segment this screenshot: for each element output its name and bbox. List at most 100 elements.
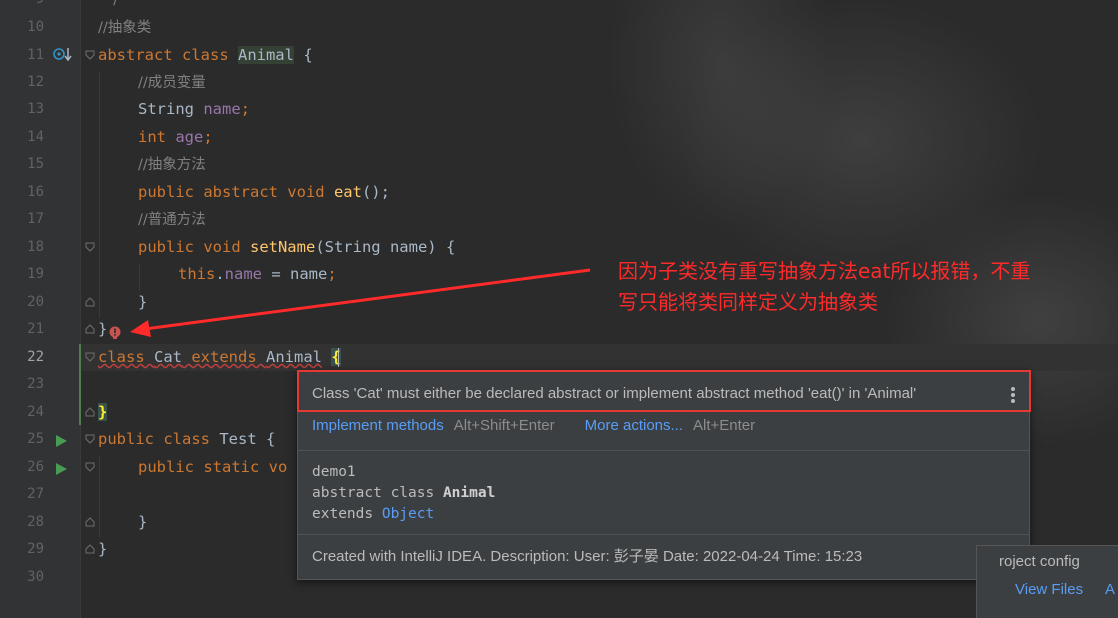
text-caret [338, 348, 339, 367]
fold-marker-icon[interactable] [85, 324, 95, 334]
line-number: 26 [27, 459, 44, 475]
implement-methods-link[interactable]: Implement methods [312, 417, 444, 434]
keyword: int [138, 128, 176, 146]
shortcut-hint: Alt+Shift+Enter [453, 417, 555, 434]
code-line: } [98, 536, 107, 563]
doc-decl-keyword: abstract class [312, 485, 443, 501]
run-main-icon[interactable] [54, 461, 68, 475]
line-number: 25 [27, 431, 44, 447]
keyword: public class [98, 430, 220, 448]
error-highlight-box [297, 370, 1031, 412]
notification-action-link[interactable]: A [1105, 581, 1115, 598]
code-line-error: class Cat extends Animal { [98, 344, 341, 371]
code-line: //抽象类 [98, 14, 151, 41]
indent-guide [99, 72, 100, 318]
code-line: } [138, 509, 147, 536]
more-actions-link[interactable]: More actions... [585, 417, 683, 434]
view-files-link[interactable]: View Files [1015, 581, 1083, 598]
run-class-icon[interactable] [54, 433, 68, 447]
object-link[interactable]: Object [382, 506, 434, 522]
matched-brace: } [98, 403, 108, 421]
semicolon: ; [203, 128, 213, 146]
gutter-divider [80, 0, 81, 618]
doc-extends: extends [312, 506, 382, 522]
line-number: 22 [27, 349, 44, 365]
code-line: String name; [138, 96, 250, 123]
fold-marker-icon[interactable] [85, 544, 95, 554]
code-line: public class Test { [98, 426, 275, 453]
line-number: 21 [27, 321, 44, 337]
field-name: name [203, 100, 241, 118]
indent-guide [139, 264, 140, 291]
field-name: age [175, 128, 204, 146]
line-number: 9 [0, 0, 44, 13]
code-text: } [138, 513, 148, 531]
indent-guide [99, 455, 100, 537]
doc-class-name: Animal [442, 485, 496, 501]
semicolon: ; [327, 265, 337, 283]
code-line: } [98, 316, 107, 343]
field-name: name [224, 265, 262, 283]
code-line: public static vo [138, 454, 287, 481]
notification-text: roject config [999, 553, 1080, 570]
code-line: } [138, 289, 147, 316]
keyword: extends [182, 348, 266, 366]
code-line: abstract class Animal { [98, 42, 313, 69]
fold-marker-icon[interactable] [85, 242, 95, 252]
code-text: { [293, 46, 313, 64]
comment: */ [106, 0, 119, 8]
line-number: 13 [27, 101, 44, 117]
class-name-animal: Animal [237, 46, 294, 64]
code-text: . [215, 265, 225, 283]
code-line: public void setName(String name) { [138, 234, 455, 261]
class-name-cat: Cat [154, 348, 182, 366]
fold-marker-icon[interactable] [85, 434, 95, 444]
comment: //普通方法 [138, 212, 206, 228]
code-line: } [98, 399, 108, 426]
keyword: abstract class [98, 46, 238, 64]
line-number: 20 [27, 294, 44, 310]
fold-marker-icon[interactable] [85, 50, 95, 60]
annotation-line: 写只能将类同样定义为抽象类 [618, 290, 878, 314]
shortcut-hint: Alt+Enter [693, 417, 756, 434]
type-name: String [138, 100, 204, 118]
parent-class-name: Animal [266, 348, 322, 366]
divider [298, 450, 1029, 451]
code-text: (); [361, 183, 390, 201]
line-number: 14 [27, 129, 44, 145]
code-line: //普通方法 [138, 206, 206, 233]
line-number: 10 [27, 19, 44, 35]
code-line: //抽象方法 [138, 151, 206, 178]
fold-marker-icon[interactable] [85, 297, 95, 307]
fold-marker-icon[interactable] [85, 352, 95, 362]
line-number: 29 [27, 541, 44, 557]
notification-balloon[interactable]: roject config View Files A [976, 545, 1118, 618]
line-number: 18 [27, 239, 44, 255]
code-line: //成员变量 [138, 69, 206, 96]
code-line: this.name = name; [178, 261, 337, 288]
line-number: 30 [27, 569, 44, 585]
class-name: Test { [219, 430, 276, 448]
change-marker [79, 344, 81, 425]
code-text: } [98, 320, 108, 338]
keyword: public void [138, 238, 250, 256]
semicolon: ; [240, 100, 250, 118]
fold-marker-icon[interactable] [85, 462, 95, 472]
code-text: (String name) { [315, 238, 456, 256]
code-line: */ [106, 0, 118, 13]
comment: //成员变量 [138, 75, 206, 91]
keyword: class [98, 348, 154, 366]
code-editor[interactable]: 9 10 11 12 13 14 15 16 17 18 19 20 21 22… [0, 0, 1118, 618]
error-bulb-icon[interactable] [108, 325, 122, 339]
code-line: int age; [138, 124, 213, 151]
code-text: } [98, 540, 108, 558]
line-number: 23 [27, 376, 44, 392]
doc-description: Created with IntelliJ IDEA. Description:… [312, 548, 863, 565]
quick-actions: Implement methods Alt+Shift+Enter More act… [312, 417, 755, 434]
implemented-marker-icon[interactable] [53, 46, 73, 64]
code-line: public abstract void eat(); [138, 179, 390, 206]
code-text: = name [262, 265, 328, 283]
fold-marker-icon[interactable] [85, 517, 95, 527]
fold-marker-icon[interactable] [85, 407, 95, 417]
line-number: 24 [27, 404, 44, 420]
